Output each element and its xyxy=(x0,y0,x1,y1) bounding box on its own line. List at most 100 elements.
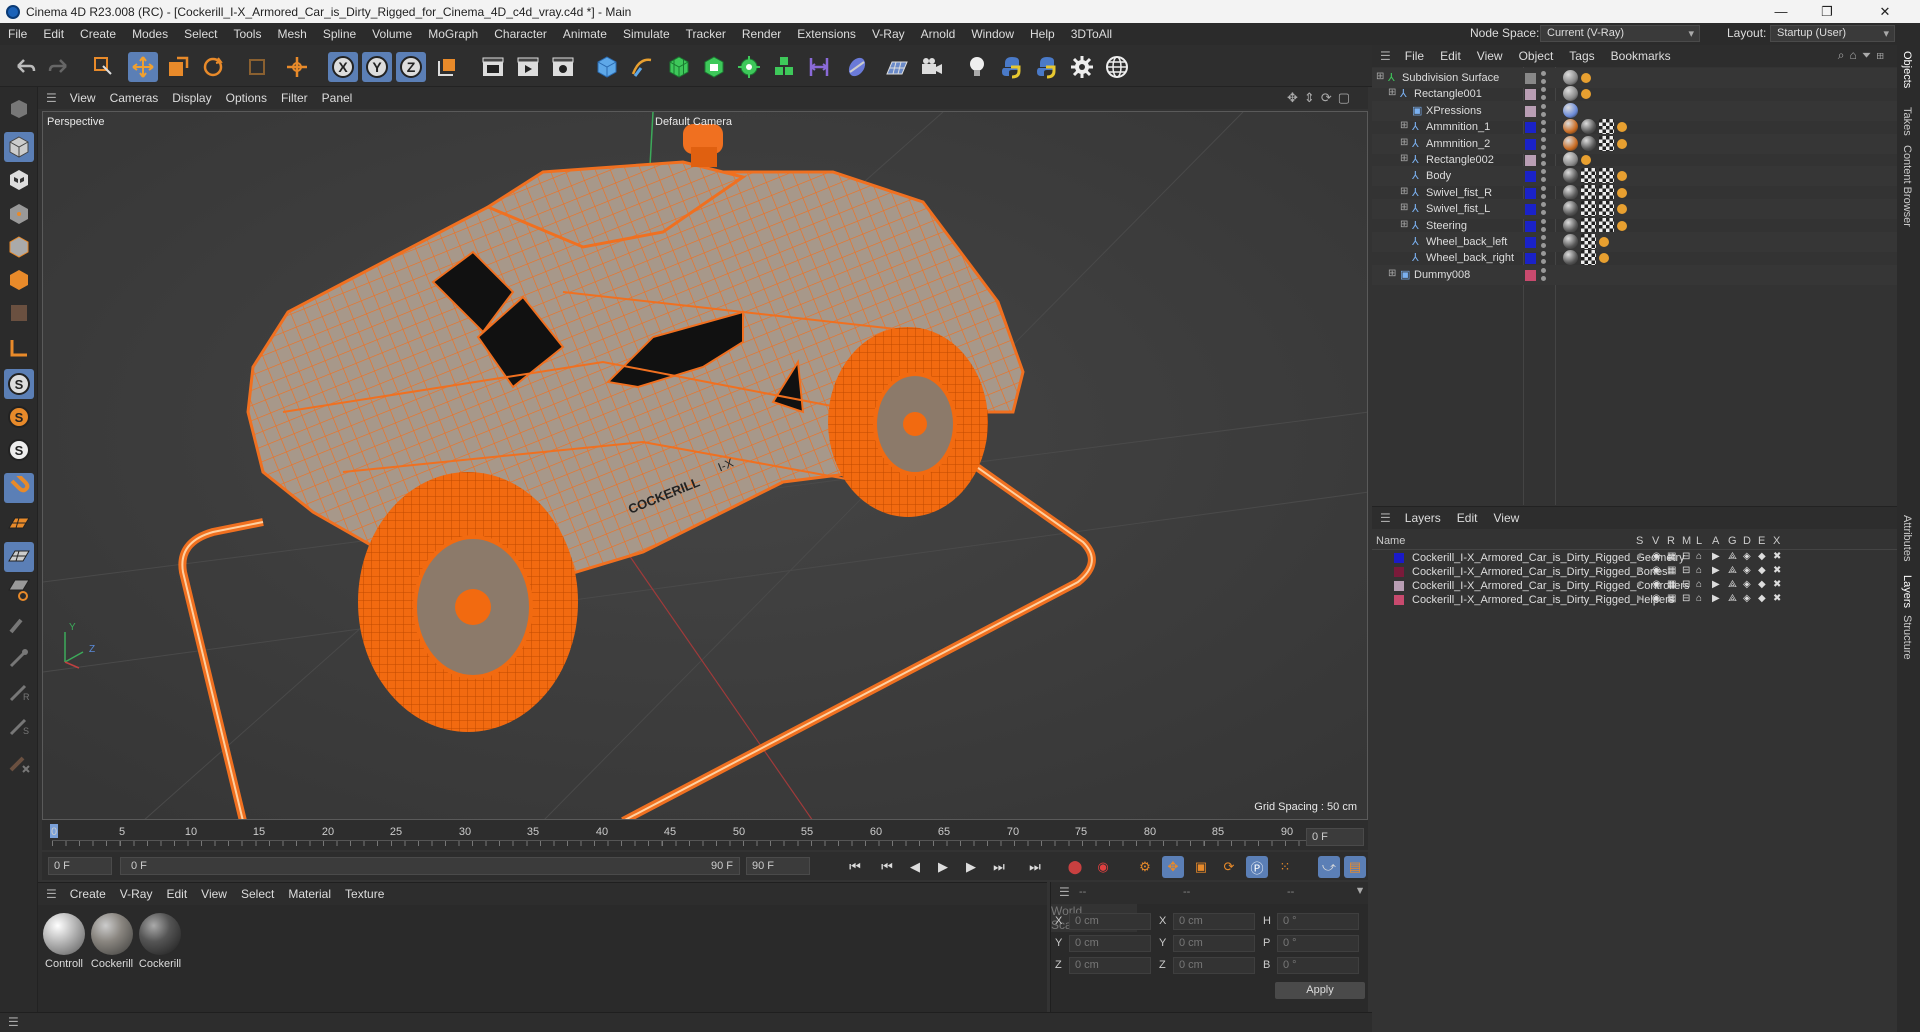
expression-toggle-icon[interactable]: ◆ xyxy=(1758,579,1766,590)
object-manager-tool-icons[interactable]: ⌕⌂⏷⊞ xyxy=(1838,48,1889,63)
preferences-button[interactable] xyxy=(1067,52,1097,82)
menu-tools[interactable]: Tools xyxy=(225,27,269,41)
material-tag-icon[interactable] xyxy=(1599,119,1614,135)
lock-x-axis-button[interactable]: X xyxy=(328,52,358,82)
solo-toggle-icon[interactable]: ● xyxy=(1636,593,1642,604)
material-hamburger-icon[interactable]: ☰ xyxy=(46,887,57,901)
material-swatch[interactable]: Controll xyxy=(42,913,86,970)
expand-toggle-icon[interactable]: ⊞ xyxy=(1388,87,1396,98)
undo-button[interactable] xyxy=(10,52,40,82)
expand-toggle-icon[interactable]: ⊞ xyxy=(1400,186,1408,197)
min-frame-field[interactable]: 0 F xyxy=(48,857,112,875)
python-script-button[interactable] xyxy=(997,52,1027,82)
move-tool-button[interactable] xyxy=(128,52,158,82)
layer-color-swatch[interactable] xyxy=(1525,105,1536,117)
menu-select[interactable]: Select xyxy=(176,27,225,41)
generator-toggle-icon[interactable]: ⟁ xyxy=(1728,565,1737,576)
rotation-p-field[interactable]: 0 ° xyxy=(1277,935,1359,952)
object-hamburger-icon[interactable]: ☰ xyxy=(1380,49,1391,63)
next-key-button[interactable]: ⏭ xyxy=(988,856,1010,878)
menu-modes[interactable]: Modes xyxy=(124,27,176,41)
size-z-field[interactable]: 0 cm xyxy=(1173,957,1255,974)
ik-tool-button[interactable]: R xyxy=(4,677,34,707)
material-tag-icon[interactable] xyxy=(1599,217,1614,233)
visibility-dots-icon[interactable] xyxy=(1541,153,1546,167)
tab-layers[interactable]: Layers xyxy=(1901,575,1913,608)
viewport-camera-name[interactable]: Default Camera xyxy=(655,116,732,128)
material-tag-icon[interactable] xyxy=(1563,135,1578,151)
rotation-h-field[interactable]: 0 ° xyxy=(1277,913,1359,930)
expand-toggle-icon[interactable]: ⊞ xyxy=(1400,120,1408,131)
layer-hamburger-icon[interactable]: ☰ xyxy=(1380,511,1391,525)
material-tag-icon[interactable] xyxy=(1599,168,1614,184)
viewport-nav-icons[interactable]: ✥⇕⟳▢ xyxy=(1287,90,1356,106)
visibility-dots-icon[interactable] xyxy=(1541,87,1546,101)
key-selection-button[interactable]: ⚙ xyxy=(1134,856,1156,878)
material-tag-icon[interactable] xyxy=(1563,102,1578,118)
visibility-dots-icon[interactable] xyxy=(1541,235,1546,249)
material-menu-edit[interactable]: Edit xyxy=(159,887,194,901)
texture-mode-button[interactable] xyxy=(4,165,34,195)
go-to-end-button[interactable]: ⏭ xyxy=(1024,856,1046,878)
timeline-ruler[interactable]: 0 5 10 15 20 25 30 35 40 45 50 55 60 65 … xyxy=(42,820,1368,850)
tab-content-browser[interactable]: Content Browser xyxy=(1901,145,1913,227)
edges-mode-button[interactable] xyxy=(4,232,34,262)
status-hamburger-icon[interactable]: ☰ xyxy=(8,1015,19,1029)
previous-frame-button[interactable]: ◀ xyxy=(904,856,926,878)
rig-tag-icon[interactable] xyxy=(1581,155,1591,165)
viewport-menu-display[interactable]: Display xyxy=(165,91,218,105)
frame-range-slider[interactable]: 0 F 90 F xyxy=(120,857,740,875)
paint-tool-button[interactable] xyxy=(4,609,34,639)
material-tag-icon[interactable] xyxy=(1581,184,1596,200)
material-menu-create[interactable]: Create xyxy=(63,887,113,901)
recent-tool-button[interactable] xyxy=(242,52,272,82)
material-tag-icon[interactable] xyxy=(1599,135,1614,151)
layer-color-swatch[interactable] xyxy=(1525,171,1536,183)
material-tag-icon[interactable] xyxy=(1581,201,1596,217)
object-row[interactable]: ⊞ ▣ Dummy008 xyxy=(1372,264,1897,285)
generator-toggle-icon[interactable]: ⟁ xyxy=(1728,593,1737,604)
position-z-field[interactable]: 0 cm xyxy=(1069,957,1151,974)
key-scale-button[interactable]: ▣ xyxy=(1190,856,1212,878)
visibility-dots-icon[interactable] xyxy=(1541,103,1546,118)
deformer-toggle-icon[interactable]: ◈ xyxy=(1743,579,1751,590)
play-button[interactable]: ▶ xyxy=(932,856,954,878)
rig-tag-icon[interactable] xyxy=(1581,73,1591,83)
menu-file[interactable]: File xyxy=(0,27,35,41)
view-toggle-icon[interactable]: ◉ xyxy=(1652,565,1661,576)
material-tag-icon[interactable] xyxy=(1563,217,1578,233)
mograph-button[interactable] xyxy=(769,52,799,82)
material-tag-icon[interactable] xyxy=(1581,217,1596,233)
key-parameter-button[interactable]: Ⓟ xyxy=(1246,856,1268,878)
visibility-dots-icon[interactable] xyxy=(1541,71,1546,85)
key-rotation-button[interactable]: ⟳ xyxy=(1218,856,1240,878)
generator-toggle-icon[interactable]: ⟁ xyxy=(1728,551,1737,562)
tab-objects[interactable]: Objects xyxy=(1901,51,1913,88)
visibility-dots-icon[interactable] xyxy=(1541,251,1546,265)
snap-button[interactable]: S xyxy=(4,369,34,399)
previous-key-button[interactable]: ⏮ xyxy=(876,856,898,878)
visibility-dots-icon[interactable] xyxy=(1541,202,1546,216)
menu-tracker[interactable]: Tracker xyxy=(678,27,734,41)
layer-color-swatch[interactable] xyxy=(1525,89,1536,101)
layer-color-swatch[interactable] xyxy=(1525,122,1536,134)
viewport-menu-cameras[interactable]: Cameras xyxy=(103,91,166,105)
render-toggle-icon[interactable]: ▦ xyxy=(1667,579,1676,590)
timeline-window-button[interactable]: ▤ xyxy=(1344,856,1366,878)
rotate-tool-button[interactable] xyxy=(198,52,228,82)
menu-character[interactable]: Character xyxy=(486,27,555,41)
layer-color-swatch[interactable] xyxy=(1394,581,1404,591)
lock-z-axis-button[interactable]: Z xyxy=(396,52,426,82)
material-tag-icon[interactable] xyxy=(1563,119,1578,135)
solo-hierarchy-button[interactable]: S xyxy=(4,435,34,465)
lock-toggle-icon[interactable]: ⌂ xyxy=(1696,551,1702,562)
minimize-button[interactable]: — xyxy=(1758,0,1804,23)
viewport-menu-panel[interactable]: Panel xyxy=(315,91,360,105)
transform-tool-button[interactable] xyxy=(282,52,312,82)
rig-tag-icon[interactable] xyxy=(1617,171,1627,182)
layer-color-swatch[interactable] xyxy=(1525,237,1536,248)
xref-toggle-icon[interactable]: ✖ xyxy=(1773,565,1781,576)
apply-button[interactable]: Apply xyxy=(1275,982,1365,999)
deformer-toggle-icon[interactable]: ◈ xyxy=(1743,551,1751,562)
expand-toggle-icon[interactable]: ⊞ xyxy=(1400,153,1408,164)
